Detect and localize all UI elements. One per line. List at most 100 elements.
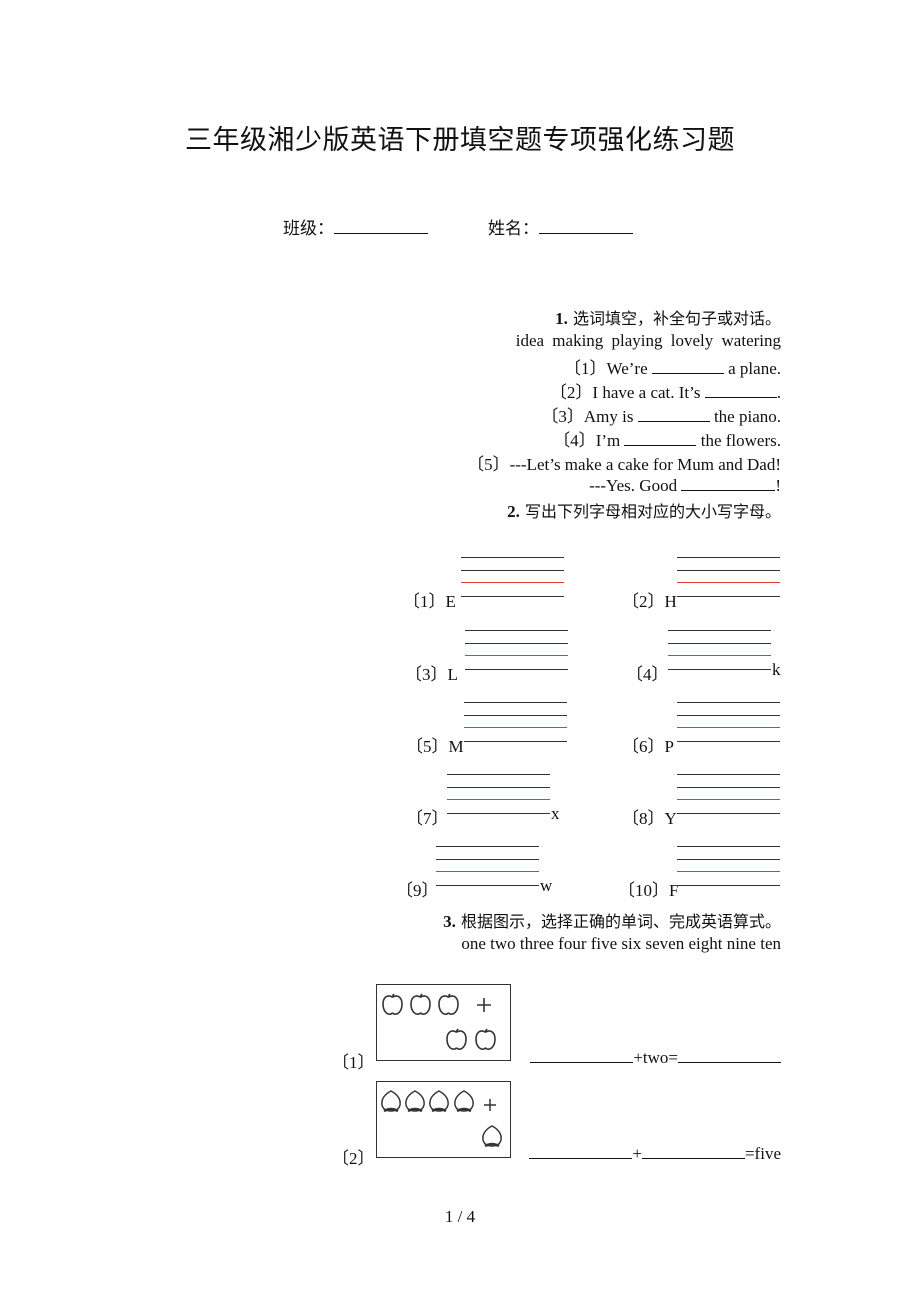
answer-blank[interactable]: [624, 444, 697, 446]
grid-line: [465, 643, 568, 644]
grid-line: [677, 715, 780, 716]
four-line-grid[interactable]: [464, 702, 567, 744]
four-line-grid[interactable]: [447, 774, 550, 816]
page-number: 1 / 4: [444, 1207, 476, 1226]
four-line-grid[interactable]: [677, 846, 780, 888]
item-text: Amy is: [583, 407, 638, 426]
four-line-grid[interactable]: [677, 774, 780, 816]
q1-heading: 1. 选词填空，补全句子或对话。: [555, 305, 781, 329]
q3-instruction: 根据图示，选择正确的单词、完成英语算式。: [460, 912, 781, 931]
answer-blank[interactable]: [651, 372, 724, 374]
q3-number: 3.: [443, 912, 456, 931]
apple-icon: [446, 1028, 467, 1050]
answer-blank[interactable]: [678, 1061, 781, 1063]
item-index: 〔10〕: [618, 881, 669, 900]
q3-item-1-index: 〔1〕: [332, 1053, 375, 1072]
item-index: 〔1〕: [403, 592, 446, 611]
equation-text: =five: [744, 1144, 781, 1163]
q3-item-2-index: 〔2〕: [332, 1149, 375, 1168]
peaches-picture: [381, 1090, 502, 1148]
given-letter: P: [664, 737, 674, 756]
item-index: 〔2〕: [622, 592, 665, 611]
peach-icon: [405, 1090, 425, 1113]
equation-text: +: [632, 1144, 642, 1163]
grid-line: [447, 787, 550, 788]
four-line-grid[interactable]: [465, 630, 568, 672]
grid-line: [464, 715, 567, 716]
peach-icon: [381, 1090, 401, 1113]
name-label: 姓名：: [488, 219, 539, 239]
q2-item-1-label: 〔1〕E: [403, 587, 456, 612]
class-field: 班级：: [283, 214, 428, 239]
four-line-grid[interactable]: [677, 702, 780, 744]
name-field: 姓名：: [488, 214, 633, 239]
q2-instruction: 写出下列字母相对应的大小写字母。: [524, 502, 781, 521]
grid-line: [461, 596, 564, 597]
grid-line-red: [461, 582, 564, 583]
four-line-grid[interactable]: [461, 557, 564, 599]
q1-word-bank: idea making playing lovely watering: [515, 331, 781, 350]
grid-line: [465, 669, 568, 670]
equation-text: +two=: [633, 1048, 678, 1067]
grid-line-red: [436, 871, 539, 872]
item-text: .: [776, 383, 781, 402]
q3-picture-1: [376, 984, 511, 1061]
q2-number: 2.: [507, 502, 520, 521]
grid-line: [668, 643, 771, 644]
answer-blank[interactable]: [637, 420, 710, 422]
grid-line: [436, 846, 539, 847]
class-label: 班级：: [283, 219, 334, 239]
q2-item-5-label: 〔5〕M: [406, 732, 464, 757]
answer-blank[interactable]: [681, 489, 776, 491]
grid-line-red: [677, 799, 780, 800]
apple-icon: [382, 993, 403, 1015]
grid-line: [447, 813, 550, 814]
document-title: 三年级湘少版英语下册填空题专项强化练习题: [185, 125, 735, 156]
q1-item-5-reply: ---Yes. Good !: [589, 476, 781, 496]
grid-line: [677, 846, 780, 847]
q2-item-4-label: 〔4〕: [626, 660, 669, 685]
q2-item-3-label: 〔3〕L: [405, 660, 458, 685]
four-line-grid[interactable]: [677, 557, 780, 599]
grid-line: [677, 787, 780, 788]
q2-item-6-label: 〔6〕P: [622, 732, 674, 757]
answer-blank[interactable]: [529, 1157, 633, 1159]
answer-blank[interactable]: [530, 1061, 634, 1063]
plus-icon: [477, 998, 491, 1012]
name-blank[interactable]: [539, 233, 633, 234]
grid-line: [436, 885, 539, 886]
grid-line-red: [677, 582, 780, 583]
grid-line: [677, 702, 780, 703]
q1-instruction: 选词填空，补全句子或对话。: [572, 309, 781, 328]
q3-item-1-equation: +two=: [530, 1048, 781, 1068]
grid-line: [464, 702, 567, 703]
q3-picture-2: [376, 1081, 511, 1158]
item-index: 〔6〕: [622, 737, 665, 756]
grid-line-red: [677, 727, 780, 728]
apples-picture: [382, 993, 496, 1050]
grid-line-red: [465, 655, 568, 656]
q1-number: 1.: [555, 309, 568, 328]
answer-blank[interactable]: [641, 1157, 745, 1159]
given-letter: M: [448, 737, 464, 756]
apple-icon: [475, 1028, 496, 1050]
q1-item-1: 〔1〕We’re a plane.: [564, 354, 781, 379]
plus-icon: [484, 1099, 496, 1111]
grid-line: [668, 630, 771, 631]
item-text: I have a cat. It’s: [592, 383, 705, 402]
grid-line-red: [668, 655, 771, 656]
class-blank[interactable]: [334, 233, 428, 234]
four-line-grid[interactable]: [668, 630, 771, 672]
q3-heading: 3. 根据图示，选择正确的单词、完成英语算式。: [443, 908, 781, 932]
apple-icon: [438, 993, 459, 1015]
q3-item-2-equation: + =five: [529, 1144, 781, 1164]
q2-item-7-label: 〔7〕: [406, 804, 449, 829]
answer-blank[interactable]: [704, 396, 777, 398]
grid-line: [436, 859, 539, 860]
grid-line: [447, 774, 550, 775]
peach-icon: [429, 1090, 449, 1113]
four-line-grid[interactable]: [436, 846, 539, 888]
item-index: 〔7〕: [406, 809, 449, 828]
item-index: 〔2〕: [549, 383, 593, 402]
peach-icon: [482, 1125, 502, 1148]
